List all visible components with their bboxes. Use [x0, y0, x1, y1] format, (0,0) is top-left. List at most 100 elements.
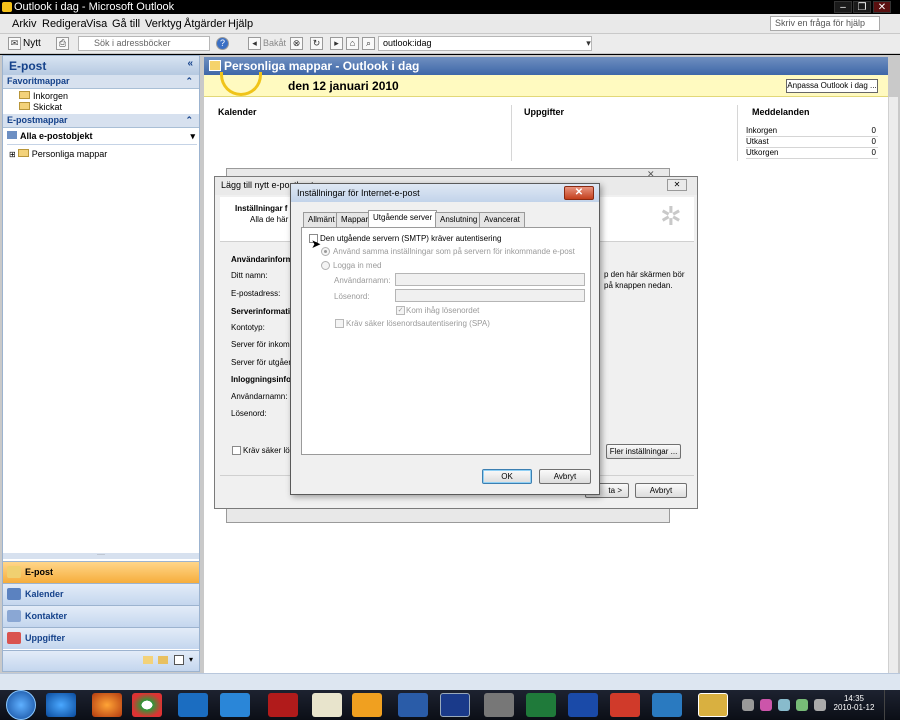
- dropdown-arrow-icon[interactable]: ▾: [190, 131, 195, 142]
- configure-buttons-icon[interactable]: ▾: [189, 655, 193, 664]
- volume-tray-icon[interactable]: [814, 699, 826, 711]
- settings-close-button[interactable]: ✕: [564, 186, 594, 200]
- calendar-column-heading[interactable]: Kalender: [218, 107, 257, 117]
- media-taskbar-icon[interactable]: [352, 693, 382, 717]
- web-search-icon[interactable]: ⌕: [362, 37, 375, 50]
- nav-button-email[interactable]: E-post: [3, 561, 199, 583]
- menubar: Arkiv Redigera Visa Gå till Verktyg Åtgä…: [0, 14, 900, 34]
- gmail-taskbar-icon[interactable]: [610, 693, 640, 717]
- close-window-button[interactable]: ✕: [873, 1, 891, 13]
- tasks-icon: [7, 632, 21, 644]
- more-settings-button[interactable]: Fler inställningar ...: [606, 444, 681, 459]
- home-icon[interactable]: ⌂: [346, 37, 359, 50]
- message-row-utkorgen[interactable]: Utkorgen 0: [746, 148, 878, 159]
- remember-password-label: Kom ihåg lösenordet: [406, 306, 480, 315]
- taskbar-clock[interactable]: 14:35 2010-01-12: [832, 694, 876, 712]
- show-desktop-button[interactable]: [884, 690, 898, 720]
- collapse-mail-folders-icon[interactable]: ⌃: [185, 115, 193, 126]
- use-same-settings-radio[interactable]: [321, 247, 330, 256]
- tab-allmant[interactable]: Allmänt: [303, 212, 340, 227]
- address-book-search-input[interactable]: Sök i adressböcker: [78, 36, 210, 51]
- expand-icon[interactable]: ⊞: [9, 150, 16, 159]
- word-taskbar-icon[interactable]: [568, 693, 598, 717]
- back-icon[interactable]: ◂: [248, 37, 261, 50]
- notes-icon[interactable]: [143, 656, 153, 664]
- tab-anslutning[interactable]: Anslutning: [435, 212, 483, 227]
- filezilla-taskbar-icon[interactable]: [268, 693, 298, 717]
- mail-icon: [7, 131, 17, 139]
- favorite-skickat[interactable]: Skickat: [19, 102, 62, 112]
- remember-password-checkbox[interactable]: ✓: [396, 306, 405, 315]
- vimeo-taskbar-icon[interactable]: [652, 693, 682, 717]
- wizard-cancel-button[interactable]: Avbryt: [635, 483, 687, 498]
- require-spa-checkbox[interactable]: [335, 319, 344, 328]
- nav-button-calendar[interactable]: Kalender: [3, 583, 199, 605]
- favorites-title: Favoritmappar: [7, 76, 70, 86]
- network-taskbar-icon[interactable]: [398, 693, 428, 717]
- tray-icon[interactable]: [778, 699, 790, 711]
- nav-splitter[interactable]: ····: [3, 552, 199, 559]
- back-button[interactable]: Bakåt: [263, 38, 286, 48]
- forward-icon[interactable]: ▸: [330, 37, 343, 50]
- smtp-password-input[interactable]: [395, 289, 585, 302]
- maximize-button[interactable]: ❐: [853, 1, 871, 13]
- address-url-input[interactable]: outlook:idag: [378, 36, 592, 51]
- url-dropdown-icon[interactable]: ▾: [582, 38, 595, 51]
- mail-folders-section[interactable]: E-postmappar ⌃: [3, 114, 199, 128]
- personal-folders-node[interactable]: ⊞ Personliga mappar: [9, 149, 107, 159]
- menu-redigera[interactable]: Redigera: [42, 18, 87, 30]
- utility-taskbar-icon[interactable]: [484, 693, 514, 717]
- tasks-column-heading[interactable]: Uppgifter: [524, 107, 564, 117]
- snipping-taskbar-icon[interactable]: [440, 693, 470, 717]
- menu-hjalp[interactable]: Hjälp: [228, 18, 253, 30]
- messages-column-heading[interactable]: Meddelanden: [752, 107, 810, 117]
- outlook-taskbar-icon[interactable]: [698, 693, 728, 717]
- message-folder-name: Inkorgen: [746, 126, 778, 135]
- app-taskbar-icon[interactable]: [178, 693, 208, 717]
- notepad-taskbar-icon[interactable]: [312, 693, 342, 717]
- new-item-icon[interactable]: ✉: [8, 37, 21, 50]
- collapse-nav-icon[interactable]: «: [187, 58, 193, 69]
- nav-button-contacts[interactable]: Kontakter: [3, 605, 199, 627]
- new-button[interactable]: Nytt: [23, 38, 41, 49]
- log-in-with-radio[interactable]: [321, 261, 330, 270]
- shortcuts-icon[interactable]: [174, 655, 184, 665]
- tab-utgaende-server[interactable]: Utgående server: [368, 210, 438, 227]
- wizard-require-spa-checkbox[interactable]: [232, 446, 241, 455]
- wizard-close-icon[interactable]: ✕: [667, 179, 687, 191]
- skype-taskbar-icon[interactable]: [220, 693, 250, 717]
- cancel-button[interactable]: Avbryt: [539, 469, 591, 484]
- menu-verktyg[interactable]: Verktyg: [145, 18, 182, 30]
- message-row-utkast[interactable]: Utkast 0: [746, 137, 878, 148]
- customize-outlook-today-button[interactable]: Anpassa Outlook i dag ...: [786, 79, 878, 93]
- nav-button-tasks[interactable]: Uppgifter: [3, 627, 199, 649]
- favorite-inkorgen[interactable]: Inkorgen: [19, 91, 68, 101]
- tab-avancerat[interactable]: Avancerat: [479, 212, 525, 227]
- message-row-inkorgen[interactable]: Inkorgen 0: [746, 126, 878, 137]
- start-button[interactable]: [6, 690, 36, 720]
- print-icon[interactable]: ⎙: [56, 37, 69, 50]
- refresh-icon[interactable]: ↻: [310, 37, 323, 50]
- all-mail-items-dropdown[interactable]: Alla e-postobjekt ▾: [7, 131, 197, 145]
- stop-icon[interactable]: ⊗: [290, 37, 303, 50]
- ie-taskbar-icon[interactable]: [46, 693, 76, 717]
- excel-taskbar-icon[interactable]: [526, 693, 556, 717]
- favorites-section[interactable]: Favoritmappar ⌃: [3, 75, 199, 89]
- menu-visa[interactable]: Visa: [86, 18, 107, 30]
- tray-icon[interactable]: [742, 699, 754, 711]
- folder-list-icon[interactable]: [158, 656, 168, 664]
- firefox-taskbar-icon[interactable]: [92, 693, 122, 717]
- help-icon[interactable]: ?: [216, 37, 229, 50]
- network-tray-icon[interactable]: [796, 699, 808, 711]
- collapse-favorites-icon[interactable]: ⌃: [185, 76, 193, 87]
- ok-button[interactable]: OK: [482, 469, 532, 484]
- help-search-input[interactable]: Skriv en fråga för hjälp: [770, 16, 880, 31]
- minimize-button[interactable]: –: [834, 1, 852, 13]
- chrome-taskbar-icon[interactable]: [132, 693, 162, 717]
- menu-atgarder[interactable]: Åtgärder: [184, 18, 226, 30]
- menu-ga-till[interactable]: Gå till: [112, 18, 140, 30]
- menu-arkiv[interactable]: Arkiv: [12, 18, 36, 30]
- smtp-username-input[interactable]: [395, 273, 585, 286]
- vertical-scrollbar[interactable]: [888, 97, 898, 673]
- tray-icon[interactable]: [760, 699, 772, 711]
